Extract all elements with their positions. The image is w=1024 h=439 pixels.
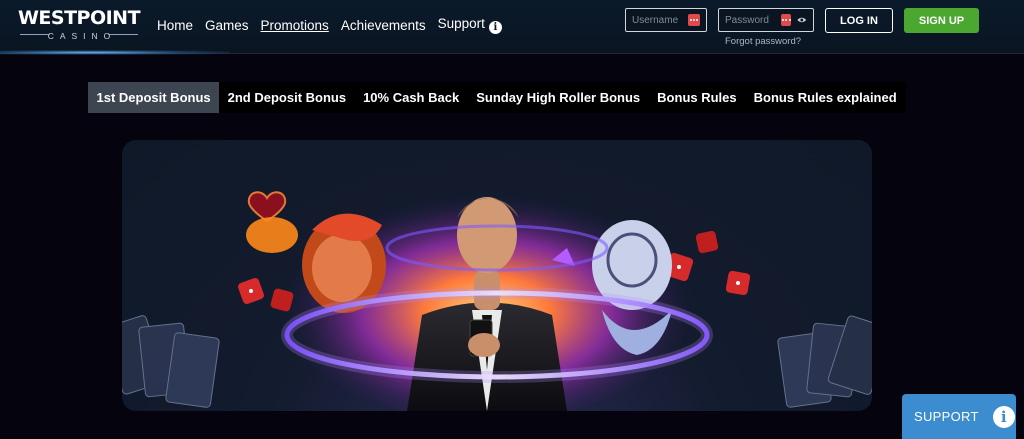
logo-wordmark: WESTPOINT — [17, 7, 141, 29]
password-manager-icon[interactable] — [688, 14, 700, 26]
eye-icon[interactable] — [797, 16, 807, 24]
info-icon: i — [992, 405, 1015, 428]
tab-1st-deposit-bonus[interactable]: 1st Deposit Bonus — [88, 82, 220, 113]
tab-10-cash-back[interactable]: 10% Cash Back — [355, 82, 468, 113]
site-header: WESTPOINT CASINO Home Games Promotions A… — [0, 0, 1024, 55]
tab-2nd-deposit-bonus[interactable]: 2nd Deposit Bonus — [219, 82, 354, 113]
header-glow-accent — [0, 50, 230, 55]
nav-achievements[interactable]: Achievements — [341, 18, 426, 33]
logo-subtitle: CASINO — [47, 31, 117, 41]
logo-rule-left — [20, 34, 50, 35]
promo-tabs: 1st Deposit Bonus 2nd Deposit Bonus 10% … — [88, 82, 906, 113]
logo-rule-right — [108, 34, 138, 35]
promo-banner-illustration — [122, 180, 872, 411]
nav-support[interactable]: Support i — [438, 16, 502, 34]
nav-games[interactable]: Games — [205, 18, 249, 33]
password-field-box — [718, 8, 814, 32]
nav-home[interactable]: Home — [157, 18, 193, 33]
tab-bonus-rules[interactable]: Bonus Rules — [649, 82, 745, 113]
support-chat-button[interactable]: SUPPORT i — [902, 394, 1016, 439]
main-nav: Home Games Promotions Achievements Suppo… — [157, 16, 502, 34]
forgot-password-link[interactable]: Forgot password? — [725, 36, 801, 47]
username-input[interactable] — [632, 14, 686, 26]
heart-suit — [247, 191, 287, 223]
signup-button[interactable]: SIGN UP — [904, 8, 979, 33]
password-input[interactable] — [725, 14, 779, 26]
promo-banner — [122, 140, 872, 411]
westpoint-casino-logo[interactable]: WESTPOINT CASINO — [16, 8, 142, 44]
nav-promotions[interactable]: Promotions — [261, 18, 329, 33]
username-field-box — [625, 8, 707, 32]
playing-cards-right — [777, 315, 872, 408]
nav-support-label: Support — [437, 16, 485, 31]
password-manager-icon[interactable] — [781, 14, 792, 26]
info-icon: i — [488, 21, 502, 34]
login-button[interactable]: LOG IN — [825, 8, 893, 33]
playing-cards-left — [122, 315, 220, 408]
tab-sunday-high-roller-bonus[interactable]: Sunday High Roller Bonus — [468, 82, 649, 113]
tab-bonus-rules-explained[interactable]: Bonus Rules explained — [745, 82, 905, 113]
support-button-label: SUPPORT — [914, 409, 979, 424]
